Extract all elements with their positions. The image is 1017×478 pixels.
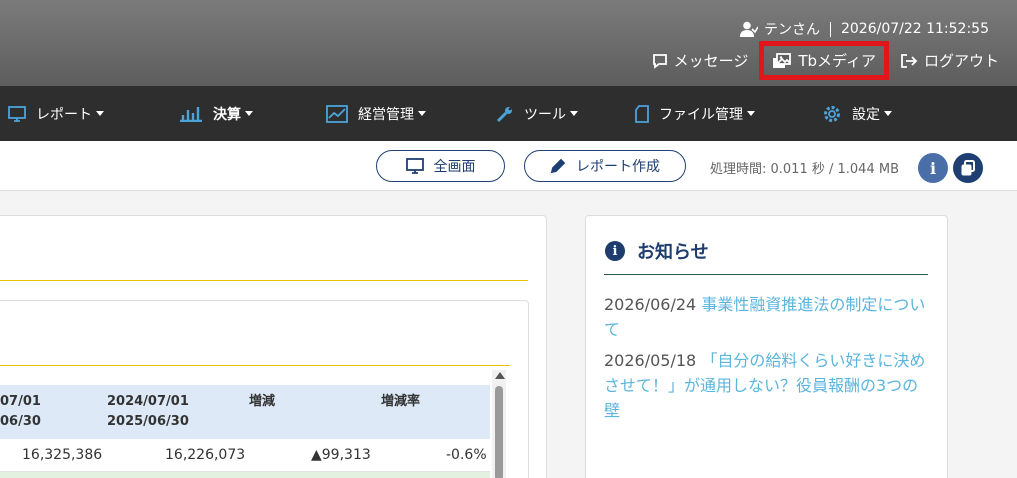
nav-label: ツール bbox=[524, 106, 566, 123]
media-icon bbox=[773, 52, 792, 68]
pencil-icon bbox=[550, 158, 566, 174]
copy-button[interactable] bbox=[953, 153, 983, 183]
main-nav: レポート 決算 経営管理 ツール ファイル管理 設定 bbox=[0, 86, 1017, 141]
header-diff-rate: 増減率 bbox=[381, 394, 421, 409]
nav-item-tools[interactable]: ツール bbox=[496, 86, 578, 141]
chevron-down-icon bbox=[245, 111, 253, 116]
scrollbar-thumb[interactable] bbox=[495, 386, 503, 478]
notice-title-text: お知らせ bbox=[637, 242, 709, 263]
table-row bbox=[0, 472, 490, 478]
header-col2-start: 2024/07/01 bbox=[107, 394, 189, 409]
notice-title: i お知らせ bbox=[605, 238, 709, 264]
nav-label: レポート bbox=[36, 106, 92, 123]
nav-item-files[interactable]: ファイル管理 bbox=[635, 86, 755, 141]
cell-value: 16,325,386 bbox=[22, 447, 103, 463]
divider bbox=[0, 280, 528, 281]
file-icon bbox=[635, 104, 649, 123]
tbmedia-label: Tbメディア bbox=[798, 52, 876, 70]
nav-label: 経営管理 bbox=[358, 106, 414, 123]
message-link[interactable]: メッセージ bbox=[652, 50, 749, 71]
chevron-down-icon bbox=[418, 111, 426, 116]
nav-label: ファイル管理 bbox=[659, 106, 743, 123]
chevron-down-icon bbox=[747, 111, 755, 116]
logout-link[interactable]: ログアウト bbox=[900, 50, 999, 71]
toolbar: 全画面 レポート作成 処理時間: 0.011 秒 / 1.044 MB i bbox=[0, 141, 1017, 191]
user-info: テンさん 2026/07/22 11:52:55 bbox=[739, 19, 989, 39]
header-col1-start: 07/01 bbox=[0, 394, 41, 409]
header-col2-end: 2025/06/30 bbox=[107, 414, 189, 429]
top-header: テンさん 2026/07/22 11:52:55 メッセージ Tbメディア ログ… bbox=[0, 0, 1017, 86]
nav-label: 決算 bbox=[213, 106, 241, 123]
message-label: メッセージ bbox=[673, 52, 749, 70]
divider bbox=[0, 365, 510, 366]
report-create-button[interactable]: レポート作成 bbox=[524, 150, 686, 182]
news-item: 2026/06/24 事業性融資推進法の制定について bbox=[604, 292, 934, 342]
chevron-down-icon bbox=[96, 111, 104, 116]
processing-time: 処理時間: 0.011 秒 / 1.044 MB bbox=[710, 162, 899, 177]
info-icon: i bbox=[605, 241, 625, 261]
monitor-icon bbox=[405, 158, 424, 174]
header-diff: 増減 bbox=[249, 394, 276, 409]
nav-item-settings[interactable]: 設定 bbox=[822, 86, 892, 141]
fullscreen-button[interactable]: 全画面 bbox=[376, 150, 505, 182]
divider bbox=[604, 274, 928, 275]
cell-value: 16,226,073 bbox=[165, 447, 246, 463]
line-chart-icon bbox=[326, 104, 348, 123]
monitor-icon bbox=[8, 105, 26, 122]
current-datetime: 2026/07/22 11:52:55 bbox=[840, 21, 989, 37]
tbmedia-link[interactable]: Tbメディア bbox=[759, 41, 889, 80]
nav-item-management[interactable]: 経営管理 bbox=[326, 86, 426, 141]
divider bbox=[829, 21, 831, 37]
chevron-down-icon bbox=[570, 111, 578, 116]
wrench-icon bbox=[496, 106, 512, 122]
copy-icon bbox=[961, 160, 975, 176]
info-button[interactable]: i bbox=[918, 153, 948, 183]
header-col1-end: 06/30 bbox=[0, 414, 41, 429]
bar-chart-icon bbox=[180, 106, 202, 122]
fullscreen-label: 全画面 bbox=[433, 159, 476, 175]
header-links: メッセージ Tbメディア ログアウト bbox=[652, 41, 999, 80]
table-row: 16,325,386 16,226,073 ▲99,313 -0.6% bbox=[0, 440, 490, 472]
info-icon: i bbox=[929, 158, 937, 178]
gear-icon bbox=[824, 105, 840, 122]
report-create-label: レポート作成 bbox=[576, 159, 660, 175]
logout-icon bbox=[901, 53, 918, 68]
cell-value: -0.6% bbox=[446, 447, 487, 463]
nav-item-kessan[interactable]: 決算 bbox=[179, 86, 253, 141]
logout-label: ログアウト bbox=[923, 52, 999, 70]
cell-value: ▲99,313 bbox=[311, 447, 371, 463]
user-name: テンさん bbox=[763, 22, 820, 38]
news-date: 2026/05/18 bbox=[604, 351, 697, 370]
user-icon bbox=[739, 21, 758, 37]
nav-item-report[interactable]: レポート bbox=[8, 86, 104, 141]
scroll-up-icon[interactable] bbox=[495, 372, 505, 379]
chevron-down-icon bbox=[884, 111, 892, 116]
table-header: 07/01 06/30 2024/07/01 2025/06/30 増減 増減率 bbox=[0, 385, 490, 439]
message-icon bbox=[652, 53, 667, 69]
nav-label: 設定 bbox=[852, 106, 880, 123]
news-item: 2026/05/18 「自分の給料くらい好きに決めさせて！」が通用しない？役員報… bbox=[604, 348, 934, 423]
news-date: 2026/06/24 bbox=[604, 295, 697, 314]
